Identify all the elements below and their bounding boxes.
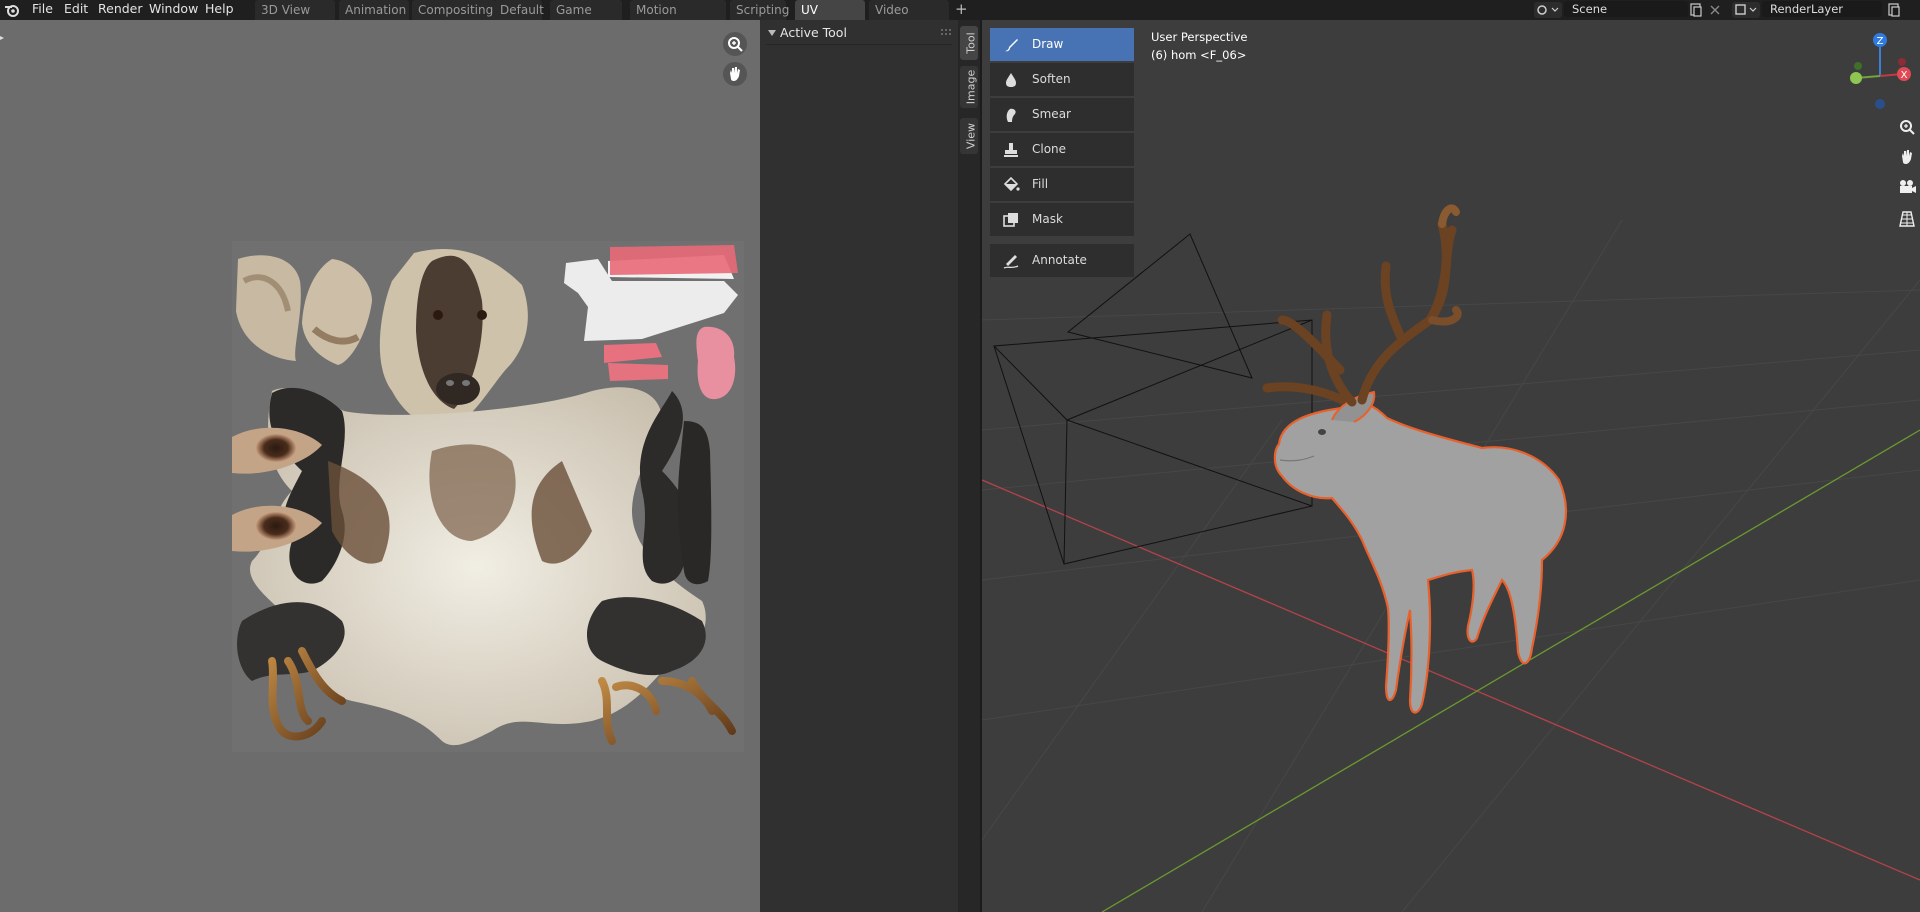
tab-video-editing[interactable]: Video Editing [869,0,949,37]
viewport-hand-icon[interactable] [1896,146,1918,168]
tool-shelf: Draw Soften Smear Clone Fill Mask Annota… [990,28,1134,280]
uv-texture-map [232,245,738,746]
tab-image-label: Image [964,69,978,105]
gizmo-z-label: Z [1877,36,1884,47]
drop-icon [1006,73,1016,87]
tool-smear[interactable]: Smear [990,98,1134,131]
camera-icon[interactable] [1896,176,1918,198]
texture-image[interactable] [232,241,744,752]
tab-3d-view-full[interactable]: 3D View Full [255,0,335,37]
tool-mask[interactable]: Mask [990,203,1134,236]
header-divider [766,44,952,45]
blender-logo-icon[interactable] [4,2,20,18]
tool-soften[interactable]: Soften [990,63,1134,96]
brush-icon [1005,39,1018,52]
menu-edit[interactable]: Edit [64,0,88,20]
active-tool-header[interactable]: Active Tool [780,25,847,40]
grid-view-icon[interactable] [1896,208,1918,230]
render-layer-field[interactable]: RenderLayer [1762,1,1882,17]
render-layer-icon[interactable] [1732,2,1760,18]
tab-motion-tracking[interactable]: Motion Tracking [630,0,726,37]
tab-view[interactable]: View [960,118,978,154]
menu-file[interactable]: File [32,0,53,20]
collapse-arrow-icon[interactable] [0,34,6,42]
bucket-icon [1003,176,1020,192]
tool-draw-label: Draw [1032,37,1064,51]
viewport-zoom-icon[interactable] [1896,116,1918,138]
tab-scripting[interactable]: Scripting [730,0,789,20]
tool-draw[interactable]: Draw [990,28,1134,61]
tool-soften-label: Soften [1032,72,1071,86]
menu-help[interactable]: Help [205,0,234,20]
tool-annotate[interactable]: Annotate [990,244,1134,277]
close-scene-icon[interactable] [1708,3,1722,17]
gizmo-x-label: X [1901,70,1908,81]
stamp-icon [1004,143,1018,157]
tab-view-label: View [964,122,978,150]
add-workspace-icon[interactable]: + [955,0,968,20]
top-bar: File Edit Render Window Help 3D View Ful… [0,0,1920,37]
expand-triangle-icon[interactable] [768,29,776,37]
tool-clone[interactable]: Clone [990,133,1134,166]
tool-fill[interactable]: Fill [990,168,1134,201]
pan-button[interactable] [723,62,747,86]
tab-uv-editing[interactable]: UV Editing [795,0,865,37]
navigation-gizmo[interactable]: Z X [1846,28,1918,118]
tool-fill-label: Fill [1032,177,1049,191]
viewport-perspective-label: User Perspective [1151,30,1248,44]
scene-field[interactable]: Scene [1564,1,1688,17]
tool-annotate-label: Annotate [1032,253,1087,267]
tab-tool[interactable]: Tool [960,26,978,60]
tab-default[interactable]: Default [494,0,544,20]
tool-mask-label: Mask [1032,212,1063,226]
menu-render[interactable]: Render [98,0,143,20]
tab-image[interactable]: Image [960,66,978,108]
zoom-icon [728,37,743,52]
copy-layer-icon[interactable] [1886,2,1902,18]
tool-smear-label: Smear [1032,107,1071,121]
viewport-object-label: (6) hom <F_06> [1151,48,1247,62]
zoom-button[interactable] [723,32,747,56]
menu-window[interactable]: Window [149,0,198,20]
mask-icon [1003,213,1018,227]
copy-scene-icon[interactable] [1688,2,1704,18]
tab-compositing[interactable]: Compositing [412,0,496,20]
tool-clone-label: Clone [1032,142,1067,156]
drag-handle-icon[interactable] [940,28,952,36]
tab-animation[interactable]: Animation [339,0,409,20]
tab-tool-label: Tool [964,32,978,54]
tool-sidebar: Active Tool [760,20,958,912]
annotate-icon [1003,255,1019,269]
tab-game-logic[interactable]: Game Logic [550,0,622,37]
hand-icon [730,67,740,81]
scene-icon[interactable] [1534,2,1562,18]
smear-icon [1006,108,1016,122]
